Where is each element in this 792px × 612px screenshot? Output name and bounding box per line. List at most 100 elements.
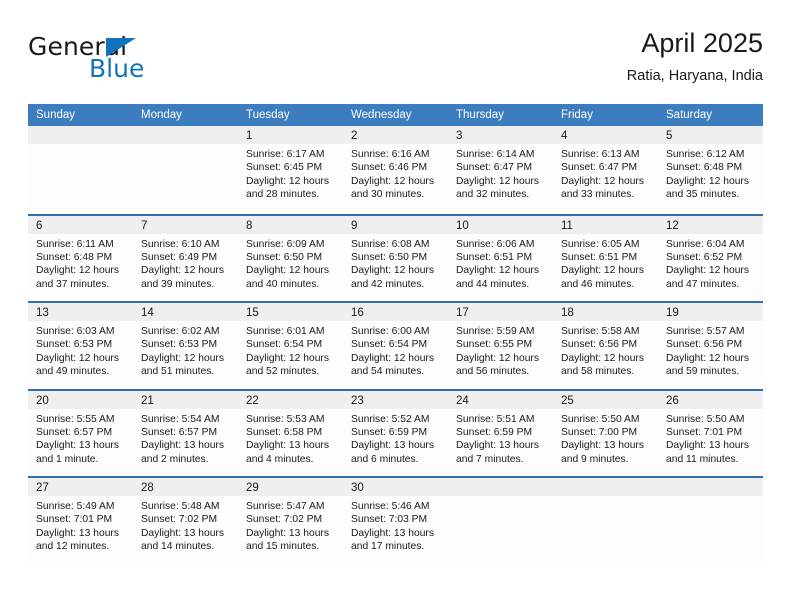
day-number: 15 xyxy=(246,307,259,319)
calendar-day-cell[interactable]: 13 Sunrise: 6:03 AM Sunset: 6:53 PM Dayligh… xyxy=(28,303,133,389)
calendar-day-cell[interactable]: 22 Sunrise: 5:53 AM Sunset: 6:58 PM Dayligh… xyxy=(238,390,343,476)
sunrise-text: Sunrise: 5:47 AM xyxy=(246,501,325,512)
calendar-day-cell[interactable]: 30 Sunrise: 5:46 AM Sunset: 7:03 PM Dayligh… xyxy=(343,478,448,564)
sunrise-text: Sunrise: 6:06 AM xyxy=(456,238,535,250)
day-number: 10 xyxy=(456,219,469,232)
weekday-header-friday: Friday xyxy=(561,109,593,121)
sunset-text: Sunset: 7:01 PM xyxy=(666,426,743,438)
day-sun-info: Sunrise: 6:05 AM Sunset: 6:51 PM Daylight:… xyxy=(553,234,658,292)
daylight-text-line2: and 52 minutes. xyxy=(246,366,320,378)
sunrise-text: Sunrise: 6:04 AM xyxy=(666,238,745,250)
daylight-text-line2: and 49 minutes. xyxy=(36,366,110,378)
calendar-day-cell[interactable]: 3 Sunrise: 6:14 AM Sunset: 6:47 PM Daylight… xyxy=(448,126,553,214)
calendar-day-cell[interactable]: 28 Sunrise: 5:48 AM Sunset: 7:02 PM Dayligh… xyxy=(133,478,238,564)
day-sun-info: Sunrise: 5:55 AM Sunset: 6:57 PM Daylight:… xyxy=(28,409,133,467)
day-number-band: 6 xyxy=(28,215,133,234)
daylight-text-line2: and 11 minutes. xyxy=(666,453,739,465)
sunrise-text: Sunrise: 6:00 AM xyxy=(351,326,430,337)
day-number-band: 12 xyxy=(658,215,763,234)
calendar-day-cell[interactable]: 26 Sunrise: 5:50 AM Sunset: 7:01 PM Dayligh… xyxy=(658,390,763,476)
day-number-band: 1 xyxy=(238,126,343,144)
daylight-text-line2: and 9 minutes. xyxy=(561,453,629,465)
day-number: 19 xyxy=(666,307,679,319)
day-number-band: 22 xyxy=(238,390,343,409)
day-number-band: 9 xyxy=(343,215,448,234)
calendar-day-cell[interactable]: 23 Sunrise: 5:52 AM Sunset: 6:59 PM Dayligh… xyxy=(343,390,448,476)
page-header: General Blue April 2025 Ratia, Haryana, … xyxy=(28,26,763,96)
daylight-text-line2: and 1 minute. xyxy=(36,453,99,465)
calendar-day-cell[interactable]: 24 Sunrise: 5:51 AM Sunset: 6:59 PM Dayligh… xyxy=(448,390,553,476)
calendar-day-cell[interactable]: 11 Sunrise: 6:05 AM Sunset: 6:51 PM Dayligh… xyxy=(553,215,658,301)
day-sun-info: Sunrise: 5:57 AM Sunset: 6:56 PM Daylight:… xyxy=(658,321,763,379)
calendar-day-cell[interactable]: 29 Sunrise: 5:47 AM Sunset: 7:02 PM Dayligh… xyxy=(238,478,343,564)
sunset-text: Sunset: 7:03 PM xyxy=(351,514,428,526)
calendar-page: General Blue April 2025 Ratia, Haryana, … xyxy=(0,0,792,612)
sunset-text: Sunset: 6:53 PM xyxy=(36,339,113,351)
daylight-text-line2: and 12 minutes. xyxy=(36,541,110,553)
sunset-text: Sunset: 6:58 PM xyxy=(246,426,323,438)
calendar-day-cell[interactable]: 27 Sunrise: 5:49 AM Sunset: 7:01 PM Dayligh… xyxy=(28,478,133,564)
sunset-text: Sunset: 6:53 PM xyxy=(141,339,218,351)
calendar-day-cell[interactable]: 9 Sunrise: 6:08 AM Sunset: 6:50 PM Daylight… xyxy=(343,215,448,301)
day-sun-info: Sunrise: 5:50 AM Sunset: 7:00 PM Daylight:… xyxy=(553,409,658,467)
daylight-text-line1: Daylight: 13 hours xyxy=(456,440,539,452)
daylight-text-line2: and 46 minutes. xyxy=(561,278,635,290)
sunrise-text: Sunrise: 5:51 AM xyxy=(456,413,535,425)
calendar-week-row: 20 Sunrise: 5:55 AM Sunset: 6:57 PM Dayligh… xyxy=(28,388,763,476)
calendar-day-cell[interactable]: 25 Sunrise: 5:50 AM Sunset: 7:00 PM Dayligh… xyxy=(553,390,658,476)
sunrise-text: Sunrise: 5:48 AM xyxy=(141,501,220,512)
calendar-day-cell[interactable]: 19 Sunrise: 5:57 AM Sunset: 6:56 PM Dayligh… xyxy=(658,303,763,389)
day-number-band: 7 xyxy=(133,215,238,234)
calendar-day-cell[interactable]: 10 Sunrise: 6:06 AM Sunset: 6:51 PM Dayligh… xyxy=(448,215,553,301)
day-sun-info: Sunrise: 5:51 AM Sunset: 6:59 PM Daylight:… xyxy=(448,409,553,467)
daylight-text-line1: Daylight: 12 hours xyxy=(36,265,119,277)
calendar-day-cell[interactable]: 20 Sunrise: 5:55 AM Sunset: 6:57 PM Dayligh… xyxy=(28,390,133,476)
day-number-band: 29 xyxy=(238,478,343,496)
day-sun-info: Sunrise: 6:03 AM Sunset: 6:53 PM Daylight:… xyxy=(28,321,133,379)
logo-text-blue: Blue xyxy=(89,54,145,83)
calendar-day-cell[interactable]: 6 Sunrise: 6:11 AM Sunset: 6:48 PM Daylight… xyxy=(28,215,133,301)
calendar-day-cell[interactable]: 17 Sunrise: 5:59 AM Sunset: 6:55 PM Dayligh… xyxy=(448,303,553,389)
calendar-day-cell[interactable]: 15 Sunrise: 6:01 AM Sunset: 6:54 PM Dayligh… xyxy=(238,303,343,389)
daylight-text-line2: and 33 minutes. xyxy=(561,189,635,201)
day-sun-info: Sunrise: 5:53 AM Sunset: 6:58 PM Daylight:… xyxy=(238,409,343,467)
calendar-day-cell[interactable]: 14 Sunrise: 6:02 AM Sunset: 6:53 PM Dayligh… xyxy=(133,303,238,389)
calendar-day-cell[interactable]: 5 Sunrise: 6:12 AM Sunset: 6:48 PM Daylight… xyxy=(658,126,763,214)
sunrise-text: Sunrise: 6:14 AM xyxy=(456,149,535,160)
day-number-band: 23 xyxy=(343,390,448,409)
daylight-text-line1: Daylight: 12 hours xyxy=(246,265,329,277)
daylight-text-line2: and 32 minutes. xyxy=(456,189,530,201)
day-sun-info: Sunrise: 6:04 AM Sunset: 6:52 PM Daylight:… xyxy=(658,234,763,292)
calendar-day-cell[interactable]: 7 Sunrise: 6:10 AM Sunset: 6:49 PM Daylight… xyxy=(133,215,238,301)
calendar-day-cell[interactable]: 18 Sunrise: 5:58 AM Sunset: 6:56 PM Dayligh… xyxy=(553,303,658,389)
calendar-day-cell[interactable]: 4 Sunrise: 6:13 AM Sunset: 6:47 PM Daylight… xyxy=(553,126,658,214)
sunrise-text: Sunrise: 6:09 AM xyxy=(246,238,325,250)
sunset-text: Sunset: 6:45 PM xyxy=(246,162,323,174)
day-number-band: 14 xyxy=(133,303,238,321)
day-sun-info: Sunrise: 5:49 AM Sunset: 7:01 PM Daylight:… xyxy=(28,496,133,554)
day-sun-info: Sunrise: 6:08 AM Sunset: 6:50 PM Daylight:… xyxy=(343,234,448,292)
weekday-header-saturday: Saturday xyxy=(666,109,713,121)
daylight-text-line1: Daylight: 13 hours xyxy=(351,440,434,452)
daylight-text-line1: Daylight: 13 hours xyxy=(561,440,644,452)
day-number-band: 18 xyxy=(553,303,658,321)
sunset-text: Sunset: 6:51 PM xyxy=(456,251,533,263)
daylight-text-line2: and 47 minutes. xyxy=(666,278,740,290)
day-number-band xyxy=(658,478,763,496)
general-blue-logo[interactable]: General Blue xyxy=(28,34,208,92)
calendar-day-cell[interactable]: 8 Sunrise: 6:09 AM Sunset: 6:50 PM Daylight… xyxy=(238,215,343,301)
calendar-day-cell[interactable]: 12 Sunrise: 6:04 AM Sunset: 6:52 PM Dayligh… xyxy=(658,215,763,301)
sunrise-text: Sunrise: 6:11 AM xyxy=(36,238,114,250)
calendar-day-cell[interactable]: 21 Sunrise: 5:54 AM Sunset: 6:57 PM Dayligh… xyxy=(133,390,238,476)
day-number-band: 13 xyxy=(28,303,133,321)
day-number-band: 4 xyxy=(553,126,658,144)
daylight-text-line2: and 37 minutes. xyxy=(36,278,110,290)
weekday-header-tuesday: Tuesday xyxy=(246,109,290,121)
sunset-text: Sunset: 6:56 PM xyxy=(561,339,638,351)
day-number: 17 xyxy=(456,307,469,319)
calendar-day-cell[interactable]: 2 Sunrise: 6:16 AM Sunset: 6:46 PM Daylight… xyxy=(343,126,448,214)
calendar-day-cell[interactable]: 16 Sunrise: 6:00 AM Sunset: 6:54 PM Dayligh… xyxy=(343,303,448,389)
daylight-text-line2: and 2 minutes. xyxy=(141,453,209,465)
page-title: April 2025 xyxy=(641,28,763,58)
calendar-day-cell[interactable]: 1 Sunrise: 6:17 AM Sunset: 6:45 PM Daylight… xyxy=(238,126,343,214)
